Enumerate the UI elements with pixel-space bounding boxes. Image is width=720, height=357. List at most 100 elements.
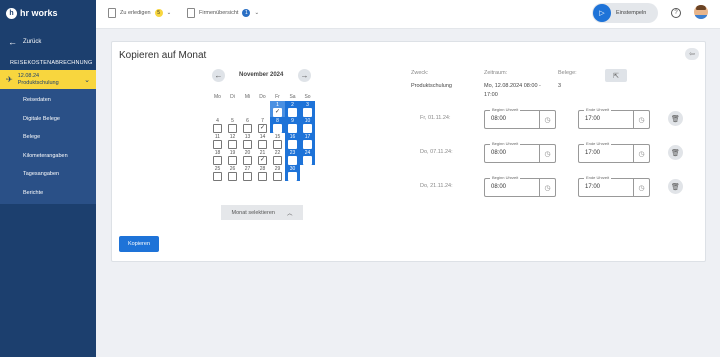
trip-selector[interactable]: ✈ 12.08.24 Produktschulung ⌄ (0, 70, 96, 89)
share-icon[interactable]: ⇱ (605, 69, 627, 82)
trash-icon[interactable]: 🗑 (668, 145, 683, 160)
calendar-day[interactable]: 17 (300, 133, 315, 149)
exit-icon[interactable]: ⇦ (685, 48, 699, 60)
calendar-day[interactable]: 20 (240, 149, 255, 165)
calendar-day[interactable]: 7 ✓ (255, 117, 270, 133)
overview-button[interactable]: Firmenübersicht 1 ⌄ (187, 8, 259, 18)
day-checkbox[interactable] (288, 140, 297, 149)
day-checkbox[interactable] (228, 172, 237, 181)
calendar-day[interactable]: 26 (225, 165, 240, 181)
calendar-day[interactable]: 15 (270, 133, 285, 149)
clock-icon[interactable]: ◷ (633, 179, 649, 196)
back-button[interactable]: ← Zurück (0, 35, 96, 49)
day-checkbox[interactable] (213, 156, 222, 165)
sidebar-item-reisedaten[interactable]: Reisedaten (0, 91, 96, 110)
clock-icon[interactable]: ◷ (539, 111, 555, 128)
arrow-left-icon: ← (214, 71, 223, 80)
calendar-day[interactable]: 25 (210, 165, 225, 181)
clock-icon[interactable]: ◷ (633, 111, 649, 128)
start-time-field[interactable]: Beginn Uhrzeit 08:00 ◷ (484, 141, 556, 163)
day-checkbox[interactable] (288, 156, 297, 165)
sidebar-item-kilometerangaben[interactable]: Kilometerangaben (0, 147, 96, 166)
app-logo[interactable]: h hr works (0, 0, 96, 26)
calendar-day[interactable]: 28 (255, 165, 270, 181)
day-checkbox[interactable] (288, 108, 297, 117)
clock-icon[interactable]: ◷ (633, 145, 649, 162)
next-month-button[interactable]: → (298, 69, 311, 82)
calendar-day[interactable]: 1 ✓ (270, 101, 285, 117)
day-checkbox[interactable] (288, 124, 297, 133)
calendar-day[interactable]: 5 (225, 117, 240, 133)
day-checkbox[interactable] (258, 140, 267, 149)
calendar-day[interactable]: 8 (270, 117, 285, 133)
day-checkbox[interactable]: ✓ (273, 108, 282, 117)
copy-button[interactable]: Kopieren (119, 236, 159, 252)
calendar-day[interactable]: 13 (240, 133, 255, 149)
calendar-day[interactable]: 11 (210, 133, 225, 149)
day-checkbox[interactable] (243, 124, 252, 133)
day-checkbox[interactable] (243, 172, 252, 181)
sidebar-item-digitale-belege[interactable]: Digitale Belege (0, 110, 96, 129)
prev-month-button[interactable]: ← (212, 69, 225, 82)
calendar-day[interactable]: 18 (210, 149, 225, 165)
day-checkbox[interactable] (303, 140, 312, 149)
start-time-field[interactable]: Beginn Uhrzeit 08:00 ◷ (484, 175, 556, 197)
end-time-field[interactable]: Ende Uhrzeit 17:00 ◷ (578, 107, 650, 129)
end-time-field[interactable]: Ende Uhrzeit 17:00 ◷ (578, 141, 650, 163)
day-checkbox[interactable] (273, 156, 282, 165)
calendar-day[interactable]: 19 (225, 149, 240, 165)
day-checkbox[interactable] (213, 124, 222, 133)
day-checkbox[interactable] (288, 172, 297, 181)
day-checkbox[interactable] (213, 140, 222, 149)
day-checkbox[interactable] (243, 140, 252, 149)
sidebar-item-belege[interactable]: Belege (0, 128, 96, 147)
sidebar-item-berichte[interactable]: Berichte (0, 184, 96, 203)
month-select-button[interactable]: Monat selektieren ︿ (221, 205, 303, 220)
calendar-day[interactable]: 21 ✓ (255, 149, 270, 165)
calendar-day[interactable]: 10 (300, 117, 315, 133)
avatar[interactable] (694, 5, 708, 19)
trash-icon[interactable]: 🗑 (668, 111, 683, 126)
calendar-day[interactable]: 2 (285, 101, 300, 117)
calendar-day[interactable]: 24 (300, 149, 315, 165)
calendar-day[interactable]: 3 (300, 101, 315, 117)
field-label: Beginn Uhrzeit (490, 141, 521, 146)
calendar-day[interactable]: 4 (210, 117, 225, 133)
calendar-day[interactable]: 30 (285, 165, 300, 181)
end-time-field[interactable]: Ende Uhrzeit 17:00 ◷ (578, 175, 650, 197)
calendar-day[interactable]: 14 (255, 133, 270, 149)
day-checkbox[interactable] (273, 140, 282, 149)
day-checkbox[interactable] (303, 124, 312, 133)
clock-in-button[interactable]: ▷ Einstempeln (592, 3, 658, 23)
day-checkbox[interactable] (213, 172, 222, 181)
clock-icon[interactable]: ◷ (539, 145, 555, 162)
day-checkbox[interactable] (273, 172, 282, 181)
calendar-day[interactable]: 16 (285, 133, 300, 149)
calendar-day[interactable]: 9 (285, 117, 300, 133)
day-checkbox[interactable] (228, 140, 237, 149)
day-checkbox[interactable] (228, 124, 237, 133)
day-checkbox[interactable]: ✓ (258, 156, 267, 165)
day-checkbox[interactable]: ✓ (258, 124, 267, 133)
day-checkbox[interactable] (258, 172, 267, 181)
todo-button[interactable]: Zu erledigen 5 ⌄ (108, 8, 171, 18)
calendar-day[interactable]: 6 (240, 117, 255, 133)
calendar-day[interactable]: 29 (270, 165, 285, 181)
help-icon[interactable]: ? (671, 8, 681, 18)
day-checkbox[interactable] (243, 156, 252, 165)
day-checkbox[interactable] (303, 156, 312, 165)
calendar-day[interactable]: 27 (240, 165, 255, 181)
day-checkbox[interactable] (273, 124, 282, 133)
time-value: 17:00 (585, 184, 601, 190)
day-checkbox[interactable] (303, 108, 312, 117)
receipts-value: 3 (558, 83, 562, 89)
field-label: Ende Uhrzeit (584, 175, 612, 180)
sidebar-item-tagesangaben[interactable]: Tagesangaben (0, 165, 96, 184)
clock-icon[interactable]: ◷ (539, 179, 555, 196)
start-time-field[interactable]: Beginn Uhrzeit 08:00 ◷ (484, 107, 556, 129)
calendar-day[interactable]: 23 (285, 149, 300, 165)
calendar-day[interactable]: 12 (225, 133, 240, 149)
calendar-day[interactable]: 22 (270, 149, 285, 165)
day-checkbox[interactable] (228, 156, 237, 165)
trash-icon[interactable]: 🗑 (668, 179, 683, 194)
